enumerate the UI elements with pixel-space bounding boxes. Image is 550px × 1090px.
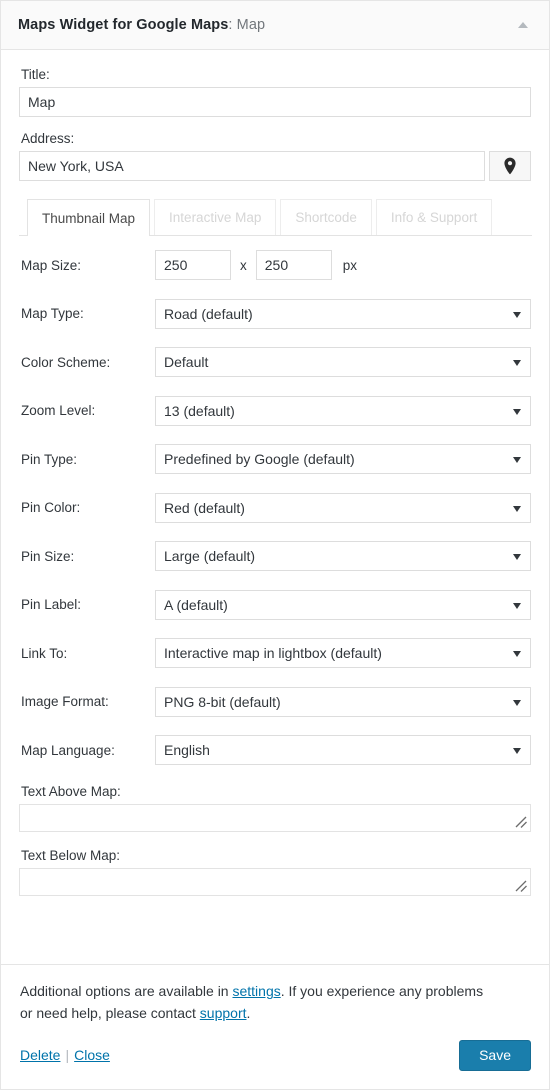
pin-size-value: Large (default)	[164, 548, 256, 564]
zoom-level-row: Zoom Level: 13 (default)	[19, 395, 531, 426]
link-to-value: Interactive map in lightbox (default)	[164, 645, 382, 661]
chevron-down-icon	[513, 360, 521, 366]
pin-size-label: Pin Size:	[21, 548, 75, 564]
chevron-down-icon	[513, 699, 521, 706]
map-pin-icon	[504, 157, 516, 175]
map-language-row: Map Language: English	[19, 735, 531, 765]
locate-address-button[interactable]	[489, 151, 531, 181]
image-format-label: Image Format:	[21, 694, 109, 709]
widget-body: Title: Address: Thumbnail Map Interactiv…	[1, 50, 549, 964]
link-to-label: Link To:	[21, 645, 68, 661]
zoom-level-label: Zoom Level:	[21, 403, 96, 418]
zoom-level-select[interactable]: 13 (default)	[155, 395, 531, 426]
image-format-select[interactable]: PNG 8-bit (default)	[155, 686, 531, 717]
pin-type-select[interactable]: Predefined by Google (default)	[155, 444, 531, 474]
tab-thumbnail-map[interactable]: Thumbnail Map	[27, 199, 151, 236]
map-language-value: English	[164, 742, 210, 758]
close-link[interactable]: Close	[74, 1047, 110, 1063]
zoom-level-value: 13 (default)	[164, 402, 235, 419]
save-button[interactable]: Save	[459, 1039, 531, 1071]
pin-type-label: Pin Type:	[21, 451, 78, 467]
link-to-row: Link To: Interactive map in lightbox (de…	[19, 638, 531, 668]
chevron-down-icon	[513, 651, 521, 657]
pin-color-select[interactable]: Red (default)	[155, 492, 531, 523]
delete-link[interactable]: Delete	[20, 1047, 60, 1063]
map-size-separator: x	[240, 257, 247, 273]
pin-size-row: Pin Size: Large (default)	[19, 541, 531, 571]
footer-links: Delete | Close	[20, 1047, 110, 1063]
pin-color-value: Red (default)	[164, 499, 245, 516]
map-language-label: Map Language:	[21, 742, 115, 758]
color-scheme-select[interactable]: Default	[155, 347, 531, 377]
map-size-label: Map Size:	[21, 257, 82, 273]
color-scheme-label: Color Scheme:	[21, 354, 111, 370]
pin-label-value: A (default)	[164, 596, 228, 613]
image-format-value: PNG 8-bit (default)	[164, 693, 281, 710]
widget-footer: Additional options are available in sett…	[1, 964, 549, 1089]
map-width-input[interactable]	[155, 250, 231, 280]
link-separator: |	[65, 1047, 70, 1064]
map-type-row: Map Type: Road (default)	[19, 298, 531, 329]
text-below-map-textarea[interactable]	[19, 867, 531, 896]
link-to-select[interactable]: Interactive map in lightbox (default)	[155, 638, 531, 668]
map-height-input[interactable]	[255, 250, 332, 280]
pin-type-row: Pin Type: Predefined by Google (default)	[19, 444, 531, 474]
color-scheme-value: Default	[164, 354, 209, 370]
address-label: Address:	[21, 131, 75, 146]
settings-form: Map Size: x px Map Type: Road (default)	[19, 236, 531, 896]
tab-bar: Thumbnail Map Interactive Map Shortcode …	[19, 199, 532, 236]
text-above-map-label: Text Above Map:	[21, 783, 121, 799]
chevron-down-icon	[513, 457, 521, 463]
footer-note-part3: .	[246, 1004, 251, 1021]
address-field-group: Address:	[19, 131, 531, 181]
chevron-down-icon	[513, 505, 521, 512]
pin-type-value: Predefined by Google (default)	[164, 451, 355, 467]
image-format-row: Image Format: PNG 8-bit (default)	[19, 686, 531, 717]
text-above-map-textarea[interactable]	[19, 803, 531, 832]
footer-note-part1: Additional options are available in	[20, 983, 233, 1000]
tab-shortcode[interactable]: Shortcode	[280, 199, 372, 235]
widget-header[interactable]: Maps Widget for Google Maps: Map	[1, 1, 549, 50]
text-below-map-group: Text Below Map:	[19, 848, 531, 896]
pin-color-row: Pin Color: Red (default)	[19, 492, 531, 523]
title-input[interactable]	[19, 87, 531, 117]
pin-label-row: Pin Label: A (default)	[19, 589, 531, 620]
pin-label-label: Pin Label:	[21, 597, 82, 612]
widget-title-instance: : Map	[228, 17, 266, 33]
text-below-map-label: Text Below Map:	[21, 847, 121, 863]
chevron-down-icon	[513, 748, 521, 754]
footer-note: Additional options are available in sett…	[20, 981, 490, 1024]
chevron-down-icon	[513, 602, 521, 609]
map-size-row: Map Size: x px	[19, 250, 531, 280]
tab-interactive-map[interactable]: Interactive Map	[154, 199, 277, 235]
map-type-value: Road (default)	[164, 305, 253, 322]
footer-actions: Delete | Close Save	[19, 1039, 531, 1071]
text-above-map-group: Text Above Map:	[19, 784, 531, 832]
chevron-down-icon	[513, 408, 521, 415]
map-language-select[interactable]: English	[155, 735, 531, 765]
title-field-group: Title:	[19, 67, 531, 117]
support-link[interactable]: support	[200, 1005, 247, 1021]
settings-link[interactable]: settings	[232, 983, 280, 999]
pin-label-select[interactable]: A (default)	[155, 589, 531, 620]
title-label: Title:	[21, 67, 50, 82]
collapse-toggle-button[interactable]	[513, 15, 533, 35]
map-type-select[interactable]: Road (default)	[155, 298, 531, 329]
tab-info-support[interactable]: Info & Support	[375, 199, 493, 235]
chevron-down-icon	[513, 554, 521, 560]
page-title: Maps Widget for Google Maps: Map	[18, 17, 265, 33]
widget-title-main: Maps Widget for Google Maps	[18, 17, 229, 33]
address-input[interactable]	[19, 151, 485, 181]
chevron-down-icon	[513, 311, 521, 318]
map-size-unit: px	[342, 257, 358, 273]
pin-size-select[interactable]: Large (default)	[155, 541, 531, 571]
caret-up-icon	[518, 22, 528, 28]
color-scheme-row: Color Scheme: Default	[19, 347, 531, 377]
widget-panel: Maps Widget for Google Maps: Map Title: …	[0, 0, 550, 1090]
pin-color-label: Pin Color:	[21, 500, 81, 515]
map-type-label: Map Type:	[21, 306, 84, 321]
